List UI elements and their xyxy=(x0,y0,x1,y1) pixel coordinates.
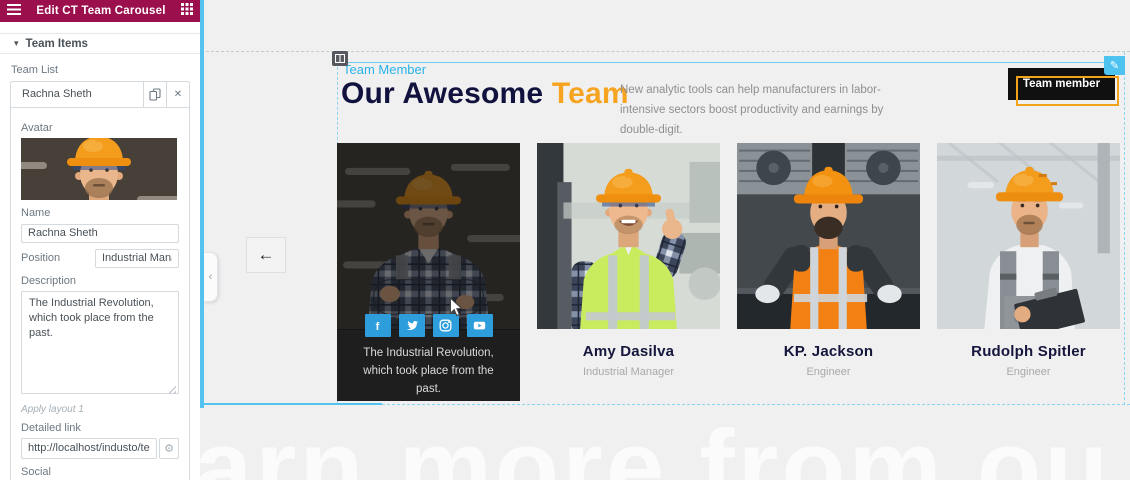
repeater-item: Rachna Sheth ✕ Avatar Name Position xyxy=(10,81,190,480)
team-card-hover[interactable]: f xyxy=(337,143,520,401)
apply-layout-note: Apply layout 1 xyxy=(21,404,179,415)
link-options-button[interactable]: ⚙ xyxy=(159,438,179,459)
pencil-icon: ✎ xyxy=(1110,59,1119,72)
carousel-prev-button[interactable]: ← xyxy=(246,237,286,273)
name-label: Name xyxy=(21,207,179,219)
description-field[interactable]: The Industrial Revolution, which took pl… xyxy=(21,291,179,394)
section-team-items[interactable]: ▾ Team Items xyxy=(0,33,200,54)
member-name: Amy Dasilva xyxy=(537,343,720,360)
section-eyebrow: Team Member xyxy=(343,62,426,77)
team-card[interactable]: KP. Jackson Engineer xyxy=(737,143,920,378)
hamburger-menu-icon[interactable] xyxy=(7,2,21,20)
member-name: KP. Jackson xyxy=(737,343,920,360)
member-name: Rudolph Spitler xyxy=(937,343,1120,360)
position-field[interactable] xyxy=(95,249,179,268)
editor-panel: Edit CT Team Carousel ▾ Team Items Team … xyxy=(0,0,200,480)
close-icon: ✕ xyxy=(174,89,182,100)
member-photo xyxy=(737,143,920,329)
heading-accent-part: Team xyxy=(552,77,629,110)
svg-text:f: f xyxy=(376,321,380,332)
member-photo xyxy=(537,143,720,329)
section-team-items-label: Team Items xyxy=(26,38,88,50)
team-list-label: Team List xyxy=(11,64,190,76)
social-label: Social xyxy=(21,466,179,478)
panel-header: Edit CT Team Carousel xyxy=(0,0,200,22)
photo-overlay xyxy=(337,143,520,330)
widget-outline-bottom xyxy=(382,404,1130,405)
twitter-link[interactable] xyxy=(399,314,425,337)
remove-item-button[interactable]: ✕ xyxy=(166,82,189,107)
team-card[interactable]: Rudolph Spitler Engineer xyxy=(937,143,1120,378)
member-description: The Industrial Revolution, which took pl… xyxy=(337,344,520,398)
edit-widget-handle[interactable]: ✎ xyxy=(1104,56,1125,75)
panel-title: Edit CT Team Carousel xyxy=(21,5,181,17)
section-heading: Our Awesome Team xyxy=(341,78,629,110)
apps-grid-icon[interactable] xyxy=(181,2,193,20)
name-field[interactable] xyxy=(21,224,179,243)
social-links: f xyxy=(337,314,520,337)
duplicate-item-button[interactable] xyxy=(143,82,166,107)
widget-outline-right xyxy=(1124,52,1125,405)
team-card[interactable]: Amy Dasilva Industrial Manager xyxy=(537,143,720,378)
description-label: Description xyxy=(21,275,179,287)
elementor-editor: Edit CT Team Carousel ▾ Team Items Team … xyxy=(0,0,1130,480)
member-position: Engineer xyxy=(737,366,920,378)
detailed-link-field[interactable] xyxy=(21,438,157,459)
chevron-left-icon: ‹ xyxy=(209,271,213,283)
facebook-link[interactable]: f xyxy=(365,314,391,337)
gear-icon: ⚙ xyxy=(164,442,174,455)
detailed-link-label: Detailed link xyxy=(21,422,179,434)
member-photo xyxy=(937,143,1120,329)
member-position: Engineer xyxy=(937,366,1120,378)
section-description: New analytic tools can help manufacturer… xyxy=(620,80,920,140)
avatar-image[interactable] xyxy=(21,138,177,200)
team-member-button-frame xyxy=(1016,76,1119,106)
facebook-icon: f xyxy=(371,319,384,332)
repeater-item-header[interactable]: Rachna Sheth ✕ xyxy=(11,82,189,107)
background-watermark-text: arn more from ou xyxy=(194,408,1111,480)
widget-outline-bottom-selected xyxy=(204,403,382,405)
widget-outline-top-selected xyxy=(337,62,1124,63)
youtube-link[interactable] xyxy=(467,314,493,337)
caret-down-icon: ▾ xyxy=(14,38,19,49)
arrow-left-icon: ← xyxy=(258,245,275,265)
heading-dark-part: Our Awesome xyxy=(341,77,543,110)
position-label: Position xyxy=(21,252,60,264)
youtube-icon xyxy=(473,319,486,332)
repeater-item-title: Rachna Sheth xyxy=(11,82,143,107)
panel-resizer[interactable] xyxy=(200,0,204,408)
avatar-label: Avatar xyxy=(21,122,179,134)
column-handle[interactable] xyxy=(332,51,348,66)
mouse-cursor xyxy=(449,297,463,322)
column-icon xyxy=(335,54,345,63)
member-position: Industrial Manager xyxy=(537,366,720,378)
panel-collapse-button[interactable]: ‹ xyxy=(204,252,218,302)
repeater-item-body: Avatar Name Position Description The Ind… xyxy=(11,107,189,480)
twitter-icon xyxy=(405,320,418,331)
